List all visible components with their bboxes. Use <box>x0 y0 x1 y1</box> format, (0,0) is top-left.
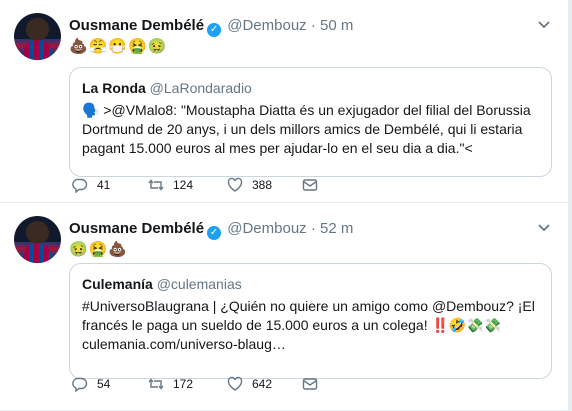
reply-count: 41 <box>97 178 111 192</box>
like-button[interactable]: 388 <box>227 177 272 193</box>
reply-icon <box>72 377 88 392</box>
tweet[interactable]: Ousmane Dembélé ✓ @Dembouz · 50 m 💩😤😷🤮🤢 L… <box>0 0 568 203</box>
retweet-icon <box>148 378 164 390</box>
like-icon <box>227 177 243 192</box>
tweet-header: Ousmane Dembélé ✓ @Dembouz · 50 m <box>69 16 353 37</box>
direct-message-button[interactable] <box>302 376 327 392</box>
verified-icon: ✓ <box>207 226 222 240</box>
reply-count: 54 <box>97 377 111 391</box>
avatar-shirt <box>24 40 51 60</box>
tweet-text: 🤢🤮💩 <box>69 241 129 258</box>
separator: · <box>310 17 316 34</box>
reply-button[interactable]: 54 <box>72 376 110 392</box>
retweet-icon <box>148 179 164 191</box>
like-count: 642 <box>252 377 273 391</box>
avatar-shirt <box>24 243 51 263</box>
like-button[interactable]: 642 <box>227 376 272 392</box>
user-handle[interactable]: @Dembouz <box>227 17 306 34</box>
quoted-tweet-header: Culemanía @culemanias <box>82 275 539 294</box>
quoted-user-handle: @culemanias <box>156 276 242 292</box>
like-count: 388 <box>252 178 273 192</box>
tweet[interactable]: Ousmane Dembélé ✓ @Dembouz · 52 m 🤢🤮💩 Cul… <box>0 203 568 411</box>
avatar[interactable] <box>14 13 61 60</box>
tweet-header: Ousmane Dembélé ✓ @Dembouz · 52 m <box>69 219 353 240</box>
quoted-tweet-text: 🗣️ >@VMalo8: "Moustapha Diatta és un exj… <box>82 102 531 156</box>
chevron-down-icon[interactable] <box>538 221 550 235</box>
user-handle[interactable]: @Dembouz <box>227 220 306 237</box>
display-name[interactable]: Ousmane Dembélé <box>69 220 204 237</box>
direct-message-icon <box>302 378 318 390</box>
timestamp[interactable]: 50 m <box>320 17 353 34</box>
quoted-user-handle: @LaRondaradio <box>149 80 252 96</box>
retweet-count: 124 <box>173 178 194 192</box>
quoted-tweet-text: #UniversoBlaugrana | ¿Quién no quiere un… <box>82 298 535 352</box>
display-name[interactable]: Ousmane Dembélé <box>69 17 204 34</box>
quoted-tweet-header: La Ronda @LaRondaradio <box>82 79 539 98</box>
verified-icon: ✓ <box>207 23 222 37</box>
reply-button[interactable]: 41 <box>72 177 110 193</box>
separator: · <box>310 220 316 237</box>
quoted-tweet[interactable]: Culemanía @culemanias #UniversoBlaugrana… <box>69 263 552 379</box>
timeline: Ousmane Dembélé ✓ @Dembouz · 50 m 💩😤😷🤮🤢 L… <box>0 0 569 411</box>
quoted-display-name: La Ronda <box>82 80 146 96</box>
timestamp[interactable]: 52 m <box>320 220 353 237</box>
avatar[interactable] <box>14 216 61 263</box>
direct-message-icon <box>302 179 318 191</box>
quoted-tweet[interactable]: La Ronda @LaRondaradio 🗣️ >@VMalo8: "Mou… <box>69 67 552 177</box>
reply-icon <box>72 178 88 193</box>
retweet-count: 172 <box>173 377 194 391</box>
chevron-down-icon[interactable] <box>538 18 550 32</box>
retweet-button[interactable]: 172 <box>148 376 193 392</box>
retweet-button[interactable]: 124 <box>148 177 193 193</box>
quoted-display-name: Culemanía <box>82 276 153 292</box>
like-icon <box>227 376 243 391</box>
direct-message-button[interactable] <box>302 177 327 193</box>
tweet-text: 💩😤😷🤮🤢 <box>69 38 168 55</box>
